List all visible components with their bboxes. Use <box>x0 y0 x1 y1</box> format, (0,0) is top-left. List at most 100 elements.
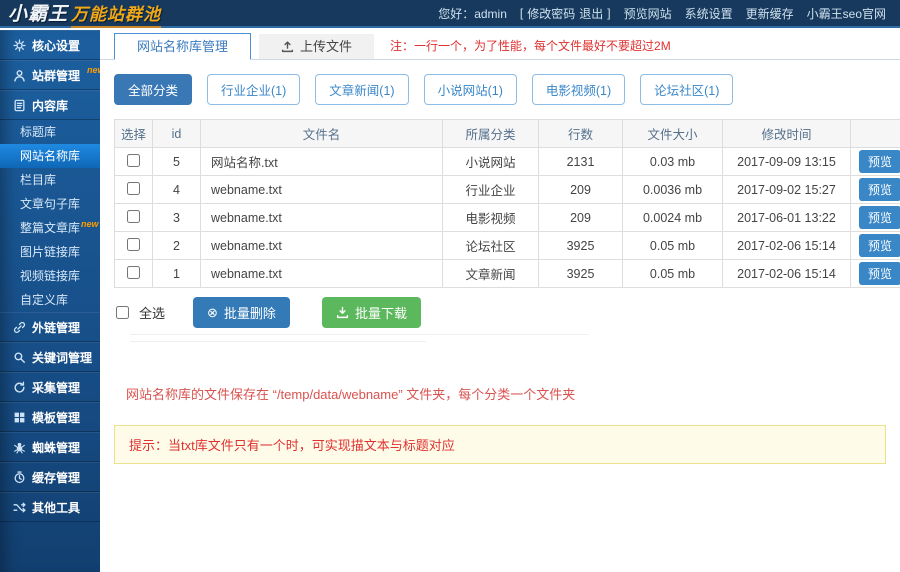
preview-button[interactable]: 预览 <box>859 206 900 229</box>
tab-bar: 网站名称库管理 上传文件 注：一行一个，为了性能，每个文件最好不要超过2M <box>100 30 900 60</box>
search-icon <box>13 351 26 364</box>
sidebar-item-label: 内容库 <box>32 97 68 114</box>
row-size: 0.05 mb <box>623 232 723 260</box>
column-header-category: 所属分类 <box>443 120 539 148</box>
logo-text-primary: 小霸王 <box>8 0 68 26</box>
upload-icon <box>281 40 294 53</box>
select-all-checkbox[interactable] <box>116 306 129 319</box>
filter-industry[interactable]: 行业企业(1) <box>207 74 300 105</box>
account-links: [ 修改密码 退出 ] <box>520 5 611 22</box>
row-filename: webname.txt <box>201 204 443 232</box>
logout-link[interactable]: 退出 <box>579 5 603 22</box>
grid-icon <box>13 411 26 424</box>
clock-icon <box>13 471 26 484</box>
main-content: 网站名称库管理 上传文件 注：一行一个，为了性能，每个文件最好不要超过2M 全部… <box>100 30 900 572</box>
row-size: 0.05 mb <box>623 260 723 288</box>
table-row: 4 webname.txt 行业企业 209 0.0036 mb 2017-09… <box>115 176 900 204</box>
sidebar-item-templates[interactable]: 模板管理 <box>0 402 100 432</box>
sidebar-item-title-library[interactable]: 标题库 <box>0 120 100 144</box>
sidebar-item-collection[interactable]: 采集管理 <box>0 372 100 402</box>
storage-path-note: 网站名称库的文件保存在 “/temp/data/webname” 文件夹，每个分… <box>126 384 886 403</box>
column-header-id: id <box>153 120 201 148</box>
bulk-download-label: 批量下载 <box>355 303 407 322</box>
sidebar-item-content-library[interactable]: 内容库 <box>0 90 100 120</box>
row-id: 2 <box>153 232 201 260</box>
row-checkbox[interactable] <box>127 210 140 223</box>
table-row: 3 webname.txt 电影视频 209 0.0024 mb 2017-06… <box>115 204 900 232</box>
tab-note-text: 注：一行一个，为了性能，每个文件最好不要超过2M <box>390 33 671 59</box>
row-lines: 3925 <box>539 232 623 260</box>
tab-label: 上传文件 <box>300 34 352 59</box>
sidebar-subitem-label: 网站名称库 <box>20 149 80 163</box>
sidebar-item-sentence-library[interactable]: 文章句子库 <box>0 192 100 216</box>
sidebar-item-label: 其他工具 <box>32 499 80 516</box>
app-logo: 小霸王 万能站群池 <box>8 0 161 28</box>
sidebar-item-label: 缓存管理 <box>32 469 80 486</box>
bulk-delete-label: 批量删除 <box>224 303 276 322</box>
sidebar-item-label: 核心设置 <box>32 37 80 54</box>
column-header-size: 文件大小 <box>623 120 723 148</box>
preview-button[interactable]: 预览 <box>859 178 900 201</box>
preview-button[interactable]: 预览 <box>859 234 900 257</box>
row-checkbox[interactable] <box>127 266 140 279</box>
column-header-select: 选择 <box>115 120 153 148</box>
top-header-bar: 小霸王 万能站群池 您好：admin [ 修改密码 退出 ] 预览网站 系统设置… <box>0 0 900 28</box>
row-checkbox[interactable] <box>127 182 140 195</box>
refresh-cache-link[interactable]: 更新缓存 <box>746 5 794 22</box>
category-filter-bar: 全部分类 行业企业(1) 文章新闻(1) 小说网站(1) 电影视频(1) 论坛社… <box>100 60 900 109</box>
row-filename: webname.txt <box>201 260 443 288</box>
filter-article-news[interactable]: 文章新闻(1) <box>315 74 408 105</box>
select-all-label: 全选 <box>139 303 165 322</box>
table-row: 2 webname.txt 论坛社区 3925 0.05 mb 2017-02-… <box>115 232 900 260</box>
row-id: 4 <box>153 176 201 204</box>
row-modified: 2017-02-06 15:14 <box>723 232 851 260</box>
filter-movie-video[interactable]: 电影视频(1) <box>532 74 625 105</box>
bulk-delete-button[interactable]: ⊗ 批量删除 <box>193 297 290 328</box>
filter-all-categories[interactable]: 全部分类 <box>114 74 192 105</box>
preview-button[interactable]: 预览 <box>859 150 900 173</box>
preview-site-link[interactable]: 预览网站 <box>624 5 672 22</box>
row-filename: 网站名称.txt <box>201 148 443 176</box>
column-header-modified: 修改时间 <box>723 120 851 148</box>
row-checkbox[interactable] <box>127 154 140 167</box>
sidebar-item-column-library[interactable]: 栏目库 <box>0 168 100 192</box>
sidebar-item-video-link-library[interactable]: 视频链接库 <box>0 264 100 288</box>
sidebar-item-external-links[interactable]: 外链管理 <box>0 312 100 342</box>
system-settings-link[interactable]: 系统设置 <box>685 5 733 22</box>
bracket-open: [ <box>520 6 523 20</box>
sidebar-item-custom-library[interactable]: 自定义库 <box>0 288 100 312</box>
change-password-link[interactable]: 修改密码 <box>527 5 575 22</box>
row-size: 0.0024 mb <box>623 204 723 232</box>
row-checkbox[interactable] <box>127 238 140 251</box>
sidebar-item-image-link-library[interactable]: 图片链接库 <box>0 240 100 264</box>
bulk-download-button[interactable]: 批量下载 <box>322 297 421 328</box>
sidebar-item-spiders[interactable]: 蜘蛛管理 <box>0 432 100 462</box>
sidebar-subitem-label: 文章句子库 <box>20 197 80 211</box>
row-lines: 2131 <box>539 148 623 176</box>
tab-sitename-library-manage[interactable]: 网站名称库管理 <box>114 33 251 60</box>
sidebar-item-core-settings[interactable]: 核心设置 <box>0 30 100 60</box>
new-badge: new <box>81 219 99 229</box>
row-category: 行业企业 <box>443 176 539 204</box>
sidebar-item-keywords[interactable]: 关键词管理 <box>0 342 100 372</box>
sidebar-item-site-group[interactable]: 站群管理 new <box>0 60 100 90</box>
spider-icon <box>13 441 26 454</box>
filter-novel-site[interactable]: 小说网站(1) <box>424 74 517 105</box>
bracket-close: ] <box>607 6 610 20</box>
sidebar: 核心设置 站群管理 new 内容库 标题库 网站名称库 栏目库 文章句子库 整篇… <box>0 30 100 572</box>
sidebar-item-sitename-library[interactable]: 网站名称库 <box>0 144 100 168</box>
sidebar-item-cache[interactable]: 缓存管理 <box>0 462 100 492</box>
tab-upload-file[interactable]: 上传文件 <box>259 34 374 59</box>
row-lines: 209 <box>539 204 623 232</box>
row-modified: 2017-02-06 15:14 <box>723 260 851 288</box>
sidebar-item-article-library[interactable]: 整篇文章库new <box>0 216 100 240</box>
tab-label: 网站名称库管理 <box>137 39 228 54</box>
download-tray-icon <box>336 306 349 319</box>
filter-forum[interactable]: 论坛社区(1) <box>640 74 733 105</box>
sidebar-item-other-tools[interactable]: 其他工具 <box>0 492 100 522</box>
official-site-link[interactable]: 小霸王seo官网 <box>807 5 886 22</box>
circle-x-icon: ⊗ <box>207 306 218 319</box>
sidebar-item-label: 站群管理 <box>32 67 80 84</box>
preview-button[interactable]: 预览 <box>859 262 900 285</box>
row-modified: 2017-09-02 15:27 <box>723 176 851 204</box>
